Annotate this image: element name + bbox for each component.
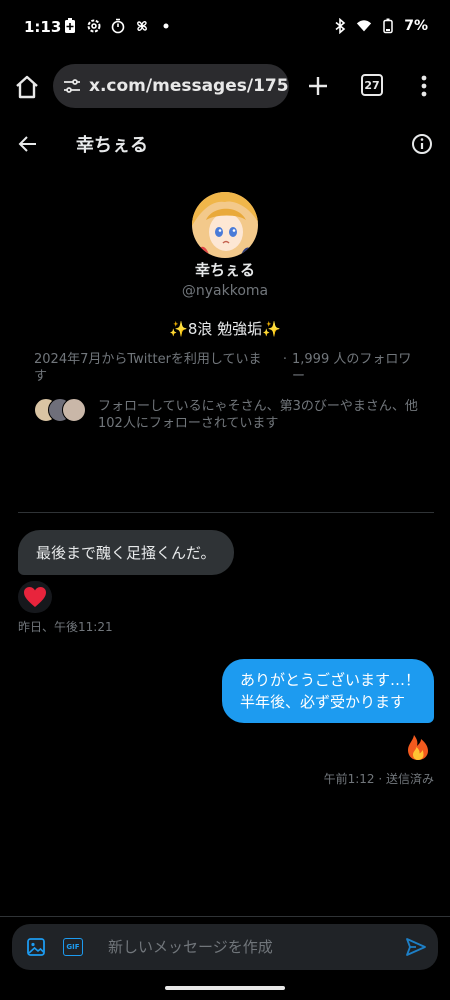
home-icon[interactable] xyxy=(12,72,42,102)
avatar[interactable] xyxy=(192,192,258,258)
profile-handle: @nyakkoma xyxy=(181,283,269,299)
bluetooth-icon xyxy=(332,18,348,34)
incoming-message-bubble[interactable]: 最後まで醜く足掻くんだ。 xyxy=(18,530,234,575)
send-icon[interactable] xyxy=(405,936,427,958)
profile-name: 幸ちぇる xyxy=(194,261,255,279)
followers-count[interactable]: 1,999 人のフォロワー xyxy=(292,351,422,385)
url-text: x.com/messages/17529 xyxy=(89,76,289,96)
battery-saver-icon xyxy=(62,18,78,34)
outgoing-message-time: 午前1:12 · 送信済み xyxy=(323,772,434,786)
tab-switcher-button[interactable]: 27 xyxy=(361,74,383,96)
address-bar[interactable]: x.com/messages/17529 xyxy=(53,64,289,108)
joined-date: 2024年7月からTwitterを利用していま す xyxy=(34,352,262,384)
chat-header: 幸ちぇる xyxy=(0,118,450,168)
incoming-message-time: 昨日、午後11:21 xyxy=(18,620,113,634)
pinwheel-icon xyxy=(134,18,150,34)
gesture-home-indicator[interactable] xyxy=(165,986,285,990)
status-time: 1:13 xyxy=(24,18,62,36)
outgoing-message-bubble[interactable]: ありがとうございます…！ 半年後、必ず受かります xyxy=(222,659,434,723)
meta-separator: · xyxy=(282,352,288,367)
followed-by-text: フォローしているにゃそさん、第3のびーやまさん、他102人にフォローされています xyxy=(98,399,418,431)
new-tab-icon[interactable] xyxy=(304,72,332,100)
chat-title[interactable]: 幸ちぇる xyxy=(76,131,148,157)
image-icon[interactable] xyxy=(26,937,46,957)
settings-gear-icon xyxy=(86,18,102,34)
message-composer: GIF xyxy=(12,924,438,970)
browser-toolbar: x.com/messages/17529 27 xyxy=(0,56,450,118)
follower-avatars xyxy=(34,398,90,424)
mini-avatar xyxy=(62,398,86,422)
status-icons-left xyxy=(62,18,174,34)
divider xyxy=(18,512,434,513)
info-icon[interactable] xyxy=(410,132,434,156)
status-icons-right: 7% xyxy=(332,18,428,34)
outgoing-message-line: 半年後、必ず受かります xyxy=(240,693,406,711)
wifi-icon xyxy=(356,18,372,34)
timer-icon xyxy=(110,18,126,34)
fire-reaction-icon[interactable] xyxy=(402,732,434,762)
composer-divider xyxy=(0,916,450,917)
heart-reaction-icon[interactable] xyxy=(18,581,52,613)
message-input[interactable] xyxy=(108,936,388,958)
gif-icon[interactable]: GIF xyxy=(63,938,83,956)
battery-low-icon xyxy=(380,18,396,34)
back-arrow-icon[interactable] xyxy=(16,132,40,156)
status-bar: 1:13 7% xyxy=(0,0,450,56)
followed-by-row[interactable]: フォローしているにゃそさん、第3のびーやまさん、他102人にフォローされています xyxy=(34,398,424,432)
battery-percent: 7% xyxy=(404,18,428,34)
site-settings-icon[interactable] xyxy=(62,76,82,96)
incoming-message-text: 最後まで醜く足掻くんだ。 xyxy=(36,544,216,562)
more-vert-icon[interactable] xyxy=(414,72,434,100)
dot-icon xyxy=(158,18,174,34)
outgoing-message-line: ありがとうございます…！ xyxy=(240,671,421,689)
profile-meta: 2024年7月からTwitterを利用していま す · 1,999 人のフォロワ… xyxy=(34,351,424,385)
profile-bio: ✨8浪 勉強垢✨ xyxy=(169,320,281,338)
